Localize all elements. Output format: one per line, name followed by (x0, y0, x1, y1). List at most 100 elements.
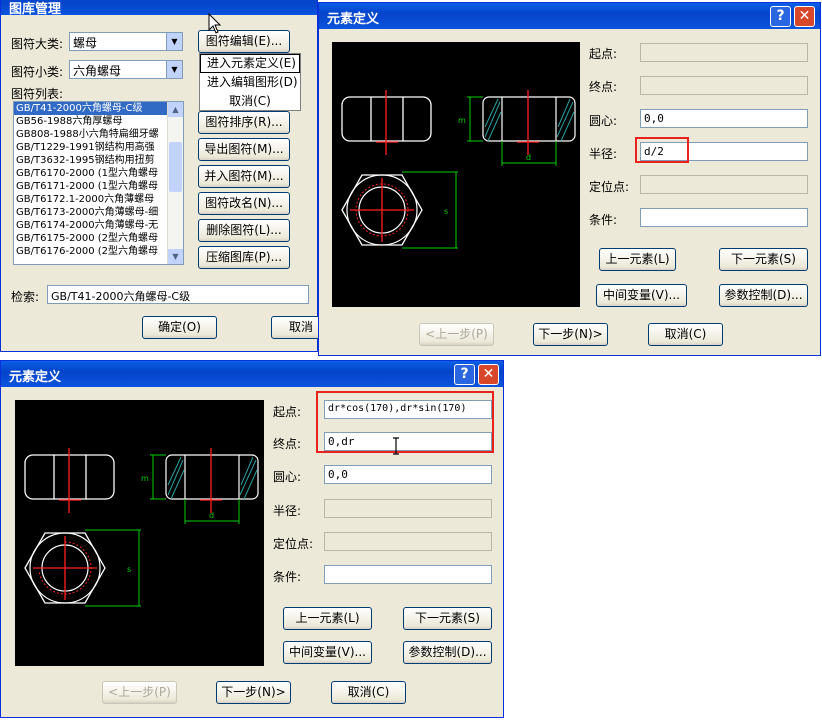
center-label: 圆心: (589, 114, 618, 128)
list-item[interactable]: GB/T6175-2000 (2型六角螺母 (14, 232, 183, 245)
list-scrollbar[interactable]: ▲ ▼ (167, 102, 183, 264)
help-icon[interactable]: ? (454, 364, 475, 385)
ok-button[interactable]: 确定(O) (142, 316, 217, 339)
search-label: 检索: (11, 290, 40, 304)
param-ctrl-button[interactable]: 参数控制(D)... (403, 641, 492, 664)
center-field[interactable]: 0,0 (324, 465, 492, 484)
param-ctrl-button[interactable]: 参数控制(D)... (719, 284, 808, 307)
prev-step-button[interactable]: <上一步(P) (102, 681, 177, 704)
chevron-down-icon[interactable]: ▼ (166, 33, 182, 50)
list-label: 图符列表: (11, 87, 64, 101)
cancel-button[interactable]: 取消(C) (648, 323, 723, 346)
subcategory-combo[interactable]: 六角螺母 ▼ (69, 60, 183, 79)
end-label: 终点: (589, 80, 618, 94)
nut-drawing: m d s (24, 448, 259, 607)
dialog1-titlebar[interactable]: 元素定义 ? ✕ (319, 3, 820, 29)
cursor-icon (208, 13, 222, 34)
condition-label: 条件: (589, 213, 618, 227)
rename-symbol-button[interactable]: 图符改名(N)... (198, 192, 290, 215)
menu-item-cancel[interactable]: 取消(C) (200, 92, 300, 111)
chevron-down-icon[interactable]: ▼ (166, 61, 182, 78)
dim-m-label: m (458, 116, 466, 125)
condition-label: 条件: (273, 570, 302, 584)
text-cursor-icon (393, 437, 399, 455)
prev-element-button[interactable]: 上一元素(L) (599, 248, 676, 271)
condition-field[interactable] (640, 208, 808, 227)
preview-canvas: m d s (15, 400, 264, 666)
list-item[interactable]: GB/T6171-2000 (1型六角螺母 (14, 180, 183, 193)
center-field[interactable]: 0,0 (640, 109, 808, 128)
library-title: 图库管理 (9, 2, 62, 17)
list-item[interactable]: GB/T6173-2000六角薄螺母-细 (14, 206, 183, 219)
sort-symbol-button[interactable]: 图符排序(R)... (198, 111, 290, 134)
list-item[interactable]: GB/T6170-2000 (1型六角螺母 (14, 167, 183, 180)
mid-var-button[interactable]: 中间变量(V)... (283, 641, 372, 664)
radius-highlight (635, 137, 689, 163)
library-window: 图库管理 图符大类: 螺母 ▼ 图符小类: 六角螺母 ▼ 图符列表: GB/T4… (0, 0, 331, 352)
dim-m-label: m (141, 474, 149, 483)
dialog2-title: 元素定义 (9, 370, 62, 385)
list-item[interactable]: GB/T6172.1-2000六角薄螺母 (14, 193, 183, 206)
locate-field[interactable] (324, 532, 492, 551)
scroll-down-icon[interactable]: ▼ (168, 249, 183, 264)
list-item[interactable]: GB808-1988小六角特扁细牙螺 (14, 128, 183, 141)
start-end-highlight (316, 391, 494, 453)
dim-s-label: s (127, 565, 131, 574)
menu-item-edit-graphic[interactable]: 进入编辑图形(D) (200, 73, 300, 92)
dim-s-label: s (444, 207, 448, 216)
next-element-button[interactable]: 下一元素(S) (403, 607, 492, 630)
menu-item-element-define[interactable]: 进入元素定义(E) (200, 54, 300, 73)
search-input[interactable]: GB/T41-2000六角螺母-C级 (47, 285, 309, 304)
locate-label: 定位点: (589, 180, 630, 194)
mid-var-button[interactable]: 中间变量(V)... (596, 284, 687, 307)
close-icon[interactable]: ✕ (478, 364, 499, 385)
list-item[interactable]: GB/T6176-2000 (2型六角螺母 (14, 245, 183, 258)
start-label: 起点: (589, 47, 618, 61)
list-item[interactable]: GB/T6174-2000六角薄螺母-无 (14, 219, 183, 232)
dim-d-label: d (209, 511, 214, 520)
radius-label: 半径: (589, 147, 618, 161)
nut-drawing: m d s (341, 90, 576, 249)
dialog1-title: 元素定义 (327, 12, 380, 27)
help-icon[interactable]: ? (770, 6, 791, 27)
start-field[interactable] (640, 43, 808, 62)
next-step-button[interactable]: 下一步(N)> (533, 323, 608, 346)
start-label: 起点: (273, 405, 302, 419)
prev-step-button[interactable]: <上一步(P) (419, 323, 494, 346)
dialog2-titlebar[interactable]: 元素定义 ? ✕ (1, 361, 503, 387)
radius-field[interactable] (324, 499, 492, 518)
list-item[interactable]: GB56-1988六角厚螺母 (14, 115, 183, 128)
library-titlebar[interactable]: 图库管理 (1, 0, 317, 17)
scroll-up-icon[interactable]: ▲ (168, 102, 183, 117)
list-item[interactable]: GB/T1229-1991钢结构用高强 (14, 141, 183, 154)
next-step-button[interactable]: 下一步(N)> (216, 681, 291, 704)
compress-library-button[interactable]: 压缩图库(P)... (198, 246, 290, 269)
subcategory-label: 图符小类: (11, 65, 64, 79)
prev-element-button[interactable]: 上一元素(L) (283, 607, 372, 630)
symbol-list[interactable]: GB/T41-2000六角螺母-C级 GB56-1988六角厚螺母 GB808-… (13, 101, 184, 265)
category-label: 图符大类: (11, 37, 64, 51)
preview-canvas: m d s (332, 42, 580, 307)
center-label: 圆心: (273, 470, 302, 484)
locate-field[interactable] (640, 175, 808, 194)
dim-d-label: d (526, 153, 531, 162)
export-symbol-button[interactable]: 导出图符(M)... (198, 138, 290, 161)
end-field[interactable] (640, 76, 808, 95)
element-define-dialog-1: 元素定义 ? ✕ m d s 起点: 终点: 圆心: 0,0 半径: d/2 定… (318, 2, 821, 356)
end-label: 终点: (273, 437, 302, 451)
list-item[interactable]: GB/T3632-1995钢结构用扭剪 (14, 154, 183, 167)
element-define-dialog-2: 元素定义 ? ✕ m d s 起点: dr*cos(170),dr*sin(17… (0, 360, 504, 718)
scroll-thumb[interactable] (169, 142, 182, 192)
category-value: 螺母 (73, 36, 98, 50)
condition-field[interactable] (324, 565, 492, 584)
list-item[interactable]: GB/T41-2000六角螺母-C级 (14, 102, 183, 115)
cancel-button[interactable]: 取消(C) (331, 681, 406, 704)
close-icon[interactable]: ✕ (794, 6, 815, 27)
radius-label: 半径: (273, 504, 302, 518)
subcategory-value: 六角螺母 (73, 64, 122, 78)
category-combo[interactable]: 螺母 ▼ (69, 32, 183, 51)
next-element-button[interactable]: 下一元素(S) (719, 248, 808, 271)
merge-symbol-button[interactable]: 并入图符(M)... (198, 165, 290, 188)
delete-symbol-button[interactable]: 删除图符(L)... (198, 219, 290, 242)
locate-label: 定位点: (273, 537, 314, 551)
